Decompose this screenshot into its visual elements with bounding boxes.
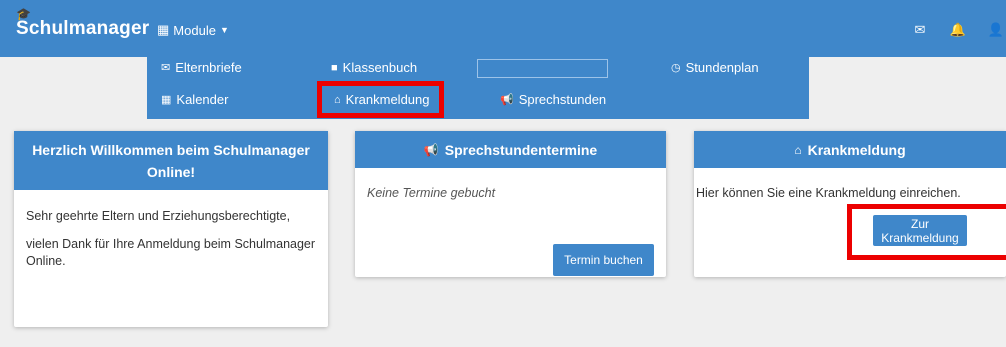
- home-icon: ⌂: [334, 93, 341, 106]
- home-icon: ⌂: [794, 142, 802, 157]
- termin-buchen-button[interactable]: Termin buchen: [553, 244, 654, 276]
- sprechstunden-card-title: Sprechstundentermine: [444, 141, 598, 158]
- redacted-menu-item: [477, 59, 608, 78]
- menu-item-sprechstunden[interactable]: 📢 Sprechstunden: [500, 92, 606, 107]
- module-menu-label: Module: [173, 22, 216, 38]
- zur-krankmeldung-button[interactable]: Zur Krankmeldung: [873, 215, 967, 246]
- krankmeldung-card-title: Krankmeldung: [807, 141, 906, 158]
- calendar-icon: ▦: [161, 94, 172, 106]
- menu-item-label: Elternbriefe: [175, 60, 242, 75]
- envelope-icon: ✉: [161, 62, 171, 74]
- menu-item-krankmeldung[interactable]: ⌂ Krankmeldung: [334, 92, 429, 107]
- graduation-cap-icon: 🎓: [16, 7, 32, 21]
- user-icon[interactable]: 👤: [986, 22, 1006, 38]
- sprechstunden-card-header: 📢 Sprechstundentermine: [355, 131, 666, 168]
- menu-item-elternbriefe[interactable]: ✉ Elternbriefe: [161, 60, 242, 75]
- top-navbar: 🎓 Schulmanager ▦ Module ▼ ✉ 🔔 👤: [0, 0, 1006, 57]
- welcome-message: vielen Dank für Ihre Anmeldung beim Schu…: [26, 237, 316, 268]
- menu-item-label: Sprechstunden: [518, 92, 607, 107]
- brand-logo[interactable]: 🎓 Schulmanager: [16, 7, 150, 40]
- welcome-card: Herzlich Willkommen beim Schulmanager On…: [14, 131, 328, 327]
- welcome-card-title: Herzlich Willkommen beim Schulmanager On…: [32, 141, 310, 180]
- brand-name: Schulmanager: [16, 18, 150, 39]
- grid-icon: ▦: [157, 22, 170, 37]
- menu-item-kalender[interactable]: ▦ Kalender: [161, 92, 228, 107]
- bell-icon[interactable]: 🔔: [948, 22, 968, 38]
- menu-item-label: Kalender: [176, 92, 229, 107]
- krankmeldung-card-header: ⌂ Krankmeldung: [694, 131, 1006, 168]
- menu-item-klassenbuch[interactable]: ■ Klassenbuch: [331, 60, 417, 75]
- menu-item-label: Klassenbuch: [342, 60, 418, 75]
- caret-down-icon: ▼: [219, 25, 229, 35]
- megaphone-icon: 📢: [423, 142, 439, 157]
- module-menu-button[interactable]: ▦ Module ▼: [157, 22, 229, 38]
- menu-item-label: Stundenplan: [685, 60, 759, 75]
- sprechstunden-card: 📢 Sprechstundentermine Keine Termine geb…: [355, 131, 666, 277]
- menu-item-stundenplan[interactable]: ◷ Stundenplan: [671, 60, 759, 75]
- krankmeldung-info-text: Hier können Sie eine Krankmeldung einrei…: [696, 186, 961, 200]
- welcome-greeting: Sehr geehrte Eltern und Erziehungsberech…: [26, 209, 291, 223]
- welcome-card-header: Herzlich Willkommen beim Schulmanager On…: [14, 131, 328, 190]
- navbar-right: ✉ 🔔 👤: [910, 22, 1006, 38]
- megaphone-icon: 📢: [500, 94, 514, 106]
- envelope-icon[interactable]: ✉: [910, 22, 930, 38]
- krankmeldung-card: ⌂ Krankmeldung Hier können Sie eine Kran…: [694, 131, 1006, 277]
- no-appointments-text: Keine Termine gebucht: [367, 186, 496, 200]
- book-icon: ■: [331, 61, 338, 74]
- clock-icon: ◷: [671, 62, 681, 74]
- menu-item-label: Krankmeldung: [345, 92, 430, 107]
